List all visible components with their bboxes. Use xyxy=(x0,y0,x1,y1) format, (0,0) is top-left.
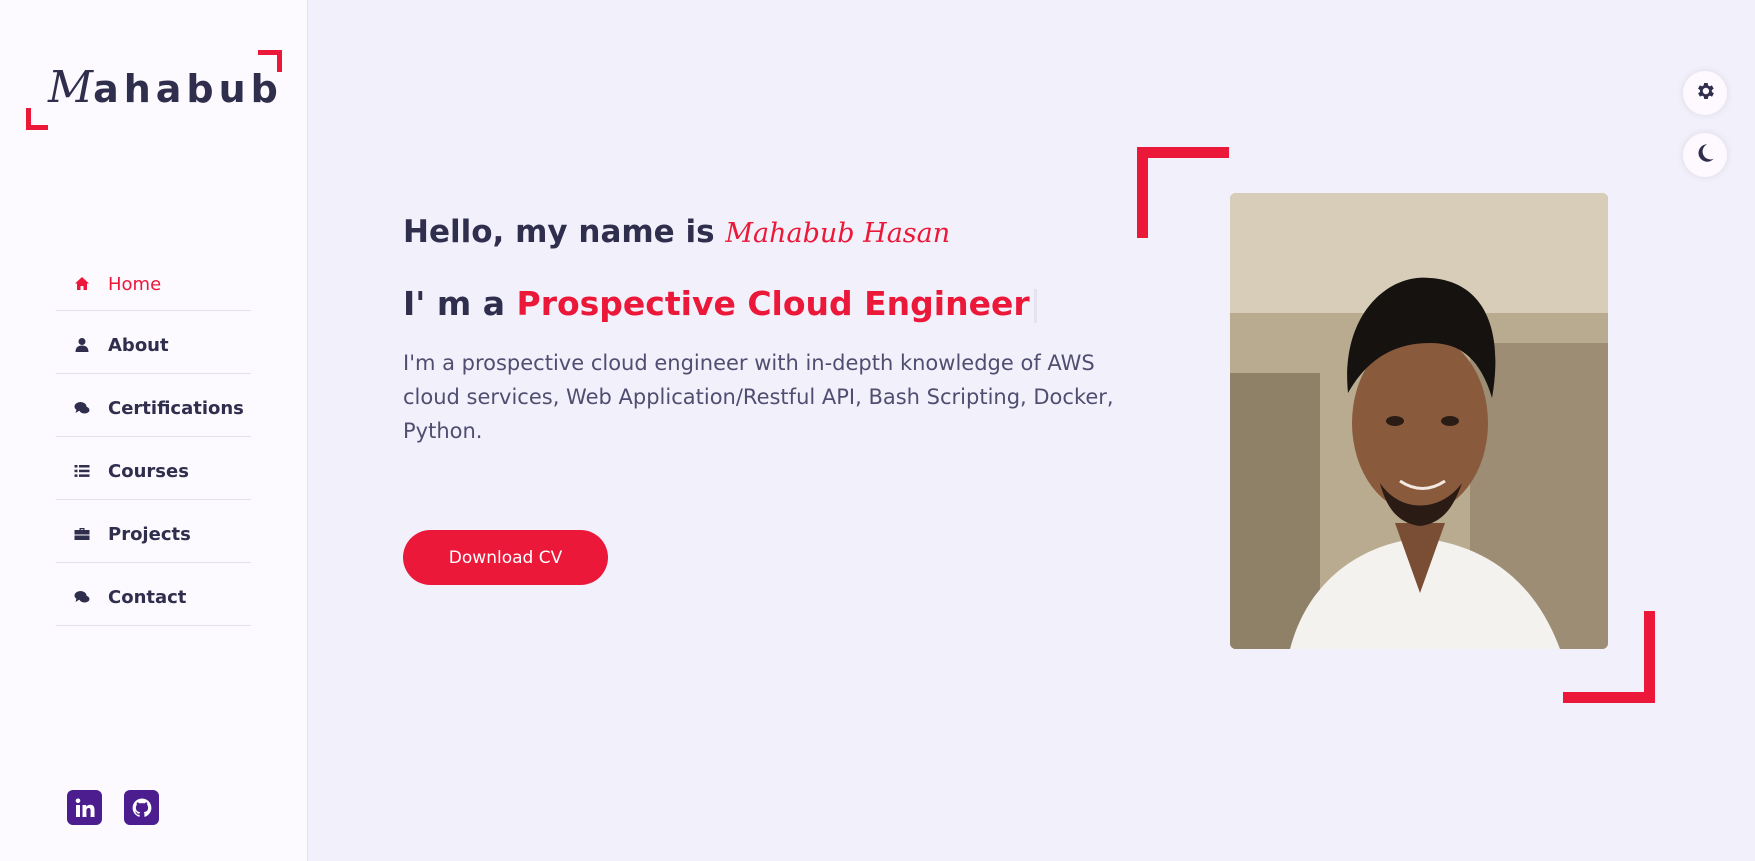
gear-icon xyxy=(1694,80,1716,106)
github-icon[interactable] xyxy=(124,790,159,825)
dark-mode-toggle[interactable] xyxy=(1683,133,1727,177)
typing-cursor xyxy=(1033,288,1037,323)
profile-photo xyxy=(1230,193,1608,649)
comments-icon xyxy=(72,589,92,605)
social-links xyxy=(67,790,159,825)
nav-item-projects[interactable]: Projects xyxy=(56,500,251,563)
nav-item-label: About xyxy=(108,334,169,356)
nav-item-label: Home xyxy=(108,273,162,295)
moon-icon xyxy=(1694,142,1716,168)
home-icon xyxy=(72,276,92,292)
nav-item-certifications[interactable]: Certifications xyxy=(56,374,251,437)
list-icon xyxy=(72,463,92,479)
download-cv-button[interactable]: Download CV xyxy=(403,530,608,585)
nav-item-about[interactable]: About xyxy=(56,311,251,374)
user-icon xyxy=(72,337,92,353)
comments-icon xyxy=(72,400,92,416)
hero-name: Mahabub Hasan xyxy=(725,218,951,249)
nav-item-label: Courses xyxy=(108,460,189,482)
settings-button[interactable] xyxy=(1683,71,1727,115)
hero-description: I'm a prospective cloud engineer with in… xyxy=(403,351,1114,443)
role-heading: I' m a Prospective Cloud Engineer xyxy=(403,284,1037,323)
role-title: Prospective Cloud Engineer xyxy=(516,284,1030,323)
nav-item-label: Projects xyxy=(108,523,191,545)
photo-frame-top-left xyxy=(1137,147,1229,238)
briefcase-icon xyxy=(72,526,92,542)
nav-item-home[interactable]: Home xyxy=(56,258,251,311)
nav-item-courses[interactable]: Courses xyxy=(56,437,251,500)
nav-item-contact[interactable]: Contact xyxy=(56,563,251,626)
greeting-heading: Hello, my name is Mahabub Hasan xyxy=(403,214,951,250)
logo-corner-bottom-left xyxy=(26,108,48,130)
logo-text: Mahabub xyxy=(48,62,283,113)
nav-item-label: Certifications xyxy=(108,397,244,419)
site-logo[interactable]: Mahabub xyxy=(26,50,282,130)
main-nav: Home About Certifications Courses Projec… xyxy=(56,258,251,626)
linkedin-icon[interactable] xyxy=(67,790,102,825)
sidebar: Mahabub Home About Certifications Course… xyxy=(0,0,308,861)
nav-item-label: Contact xyxy=(108,586,187,608)
